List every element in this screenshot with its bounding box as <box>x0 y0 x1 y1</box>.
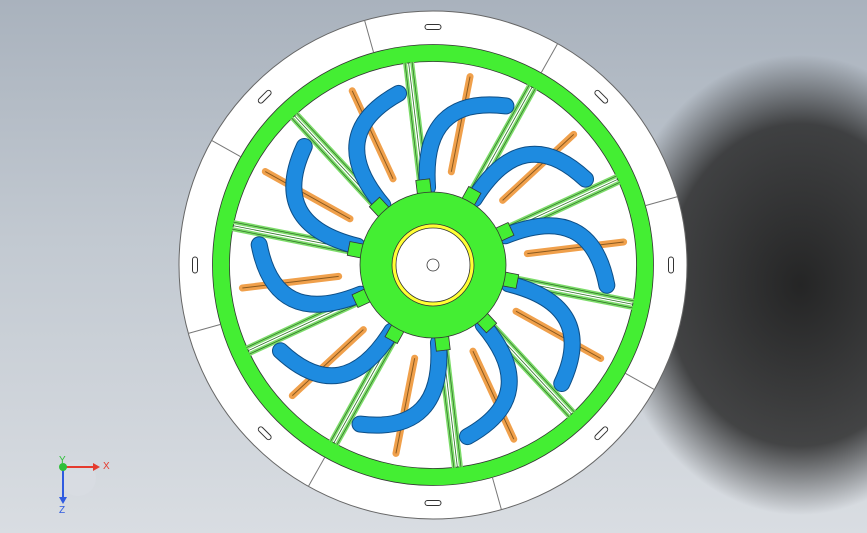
center-hole <box>426 258 440 272</box>
triad-z-label: Z <box>59 505 65 516</box>
outer-slot <box>668 256 674 274</box>
outer-slot <box>192 256 198 274</box>
triad-z-arrow <box>59 497 67 504</box>
triad-y-label: Y <box>59 455 66 466</box>
graphics-viewport[interactable]: X Y Z <box>0 0 867 533</box>
coordinate-triad: X Y Z <box>59 455 110 516</box>
triad-x-arrow <box>93 463 100 471</box>
triad-x-label: X <box>103 461 110 472</box>
outer-slot <box>424 500 442 506</box>
outer-slot <box>424 24 442 30</box>
model-view[interactable]: X Y Z <box>0 0 867 533</box>
